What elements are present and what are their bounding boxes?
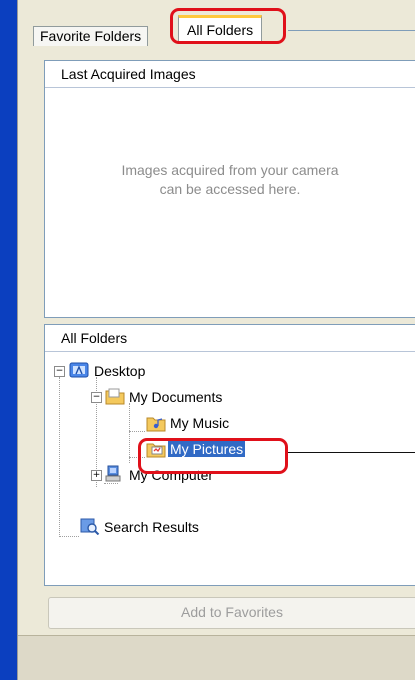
tree-item-my-music[interactable]: My Music [168, 413, 231, 433]
tree-item-label: My Music [170, 415, 230, 431]
tree-line [59, 377, 60, 537]
tab-favorite-folders[interactable]: Favorite Folders [33, 26, 149, 46]
tree-item-label: My Documents [129, 389, 223, 405]
tree-line [104, 483, 118, 484]
message-line-1: Images acquired from your camera [121, 162, 339, 178]
tree-line [129, 403, 130, 463]
tree-item-label: Search Results [104, 519, 199, 535]
tree-item-desktop[interactable]: Desktop [92, 361, 147, 381]
all-folders-header: All Folders [45, 325, 415, 352]
tree-item-label: Desktop [94, 363, 146, 379]
selection-highlight-annotation [138, 438, 288, 474]
annotation-pointer-line [288, 452, 415, 453]
tab-highlight-annotation [170, 8, 286, 44]
search-results-icon [80, 517, 100, 536]
tree-item-search-results[interactable]: Search Results [102, 517, 201, 537]
add-to-favorites-button[interactable]: Add to Favorites [48, 597, 415, 629]
last-acquired-images-panel: Last Acquired Images Images acquired fro… [44, 60, 415, 318]
folder-icon [105, 387, 125, 405]
tree-line [59, 536, 79, 537]
last-acquired-header: Last Acquired Images [45, 61, 415, 88]
collapse-icon[interactable]: − [54, 366, 65, 377]
expand-icon[interactable]: + [91, 470, 102, 481]
computer-icon [105, 465, 125, 483]
footer-band [18, 635, 415, 680]
tab-strip-line [288, 30, 415, 31]
last-acquired-message: Images acquired from your camera can be … [75, 161, 385, 199]
tree-item-my-documents[interactable]: My Documents [127, 387, 224, 407]
desktop-icon [69, 362, 89, 380]
message-line-2: can be accessed here. [159, 181, 301, 197]
collapse-icon[interactable]: − [91, 392, 102, 403]
window-edge [0, 0, 17, 680]
tree-line [129, 431, 145, 432]
music-folder-icon [146, 414, 166, 432]
